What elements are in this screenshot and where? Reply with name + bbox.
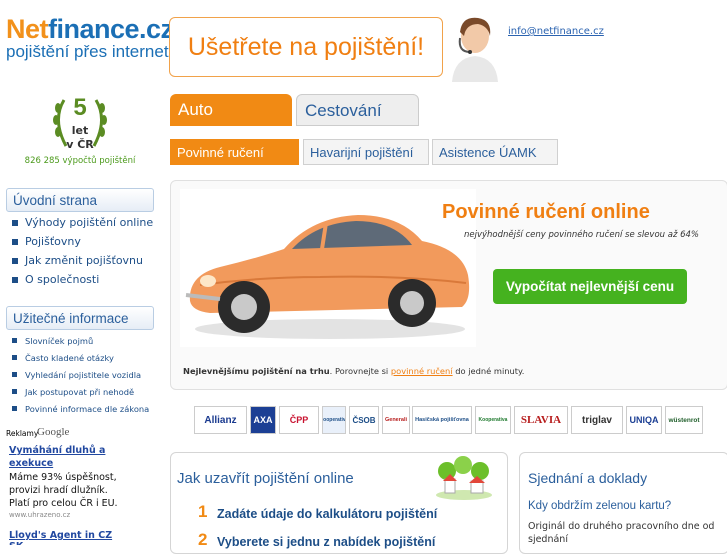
sidebar-item-legal-info[interactable]: Povinné informace dle zákona [12, 402, 149, 419]
ads-label: Reklamy [6, 429, 39, 438]
operator-icon [452, 17, 498, 82]
step-1-number: 1 [198, 502, 208, 521]
liability-link[interactable]: povinné ručení [391, 366, 453, 376]
step-1-text: Zadáte údaje do kalkulátoru pojištění [217, 507, 438, 521]
insurer-logo-kooperativa[interactable]: Kooperativa [475, 406, 511, 434]
green-houses-icon [436, 456, 492, 500]
sidebar-item-benefits[interactable]: Výhody pojištění online [12, 215, 153, 234]
badge-number: 5 [73, 94, 87, 121]
note-bold: Nejlevnějšímu pojištění na trhu [183, 366, 330, 376]
step-2-text: Vyberete si jednu z nabídek pojištění [217, 535, 436, 549]
sidebar-item-accident[interactable]: Jak postupovat při nehodě [12, 385, 149, 402]
insurer-logo-slavia[interactable]: SLAVIA [514, 406, 568, 434]
green-card-question[interactable]: Kdy obdržím zelenou kartu? [528, 500, 671, 512]
sidebar-section-home[interactable]: Úvodní strana [6, 188, 154, 212]
home-menu: Výhody pojištění online Pojišťovny Jak z… [12, 215, 153, 291]
sidebar-item-faq[interactable]: Často kladené otázky [12, 351, 149, 368]
car-image [180, 189, 476, 347]
subtab-assistance[interactable]: Asistence ÚAMK [432, 139, 558, 165]
insurer-logo-generali[interactable]: Generali [382, 406, 410, 434]
calculate-price-button[interactable]: Vypočítat nejlevnější cenu [493, 269, 687, 304]
logo-domain: finance.cz [48, 14, 174, 44]
sidebar-item-change-insurer[interactable]: Jak změnit pojišťovnu [12, 253, 153, 272]
sidebar-item-insurers[interactable]: Pojišťovny [12, 234, 153, 253]
insurer-logo-csob[interactable]: ČSOB [349, 406, 379, 434]
insurer-logo-uniqa[interactable]: UNIQA [626, 406, 662, 434]
sidebar-item-glossary[interactable]: Slovníček pojmů [12, 334, 149, 351]
insurer-logo-kooperativa-a[interactable]: Kooperativa [322, 406, 346, 434]
how-to-title: Jak uzavřít pojištění online [177, 470, 354, 487]
insurer-logo-triglav[interactable]: triglav [571, 406, 623, 434]
email-link[interactable]: info@netfinance.cz [508, 26, 604, 37]
subtab-casco[interactable]: Havarijní pojištění [303, 139, 429, 165]
insurer-logo-hasicska[interactable]: Hasičská pojišťovna [412, 406, 472, 434]
green-card-answer: Originál do druhého pracovního dne od sj… [528, 521, 715, 545]
step-2-number: 2 [198, 530, 208, 549]
hero-title: Povinné ručení online [442, 201, 650, 223]
tab-auto[interactable]: Auto [170, 94, 292, 126]
google-logo: Google [37, 427, 70, 438]
sidebar-item-about[interactable]: O společnosti [12, 272, 153, 291]
logo-net: Net [6, 14, 49, 44]
sidebar-item-vehicle-lookup[interactable]: Vyhledání pojistitele vozidla [12, 368, 149, 385]
calculation-count: 826 285 výpočtů pojištění [24, 156, 136, 166]
subtab-liability[interactable]: Povinné ručení [170, 139, 299, 165]
insurer-logo-allianz[interactable]: Allianz [194, 406, 247, 434]
ad1-title[interactable]: Vymáhání dluhů a exekuce [9, 444, 119, 470]
anniversary-badge: 5 let v ČR 826 285 výpočtů pojištění [6, 92, 154, 172]
badge-region: v ČR [66, 138, 94, 151]
site-logo[interactable]: Netfinance.cz [6, 14, 174, 44]
insurer-logo-axa[interactable]: AXA [250, 406, 276, 434]
insurer-logo-wustenrot[interactable]: wüstenrot [665, 406, 703, 434]
ad2-title[interactable]: Lloyd's Agent in CZ SK [9, 530, 122, 545]
note-end: do jedné minuty. [452, 366, 525, 376]
sidebar-section-info[interactable]: Užitečné informace [6, 306, 154, 330]
hero-note: Nejlevnějšímu pojištění na trhu. Porovne… [183, 366, 524, 376]
note-mid: . Porovnejte si [329, 366, 391, 376]
ad1-text: Máme 93% úspěšnost, provizi hradí dlužní… [9, 472, 118, 509]
ad-box: Reklamy Google Vymáhání dluhů a exekuce … [6, 427, 122, 545]
ad1-url[interactable]: www.uhrazeno.cz [9, 511, 70, 519]
documents-title: Sjednání a doklady [528, 470, 648, 486]
badge-unit: let [71, 124, 89, 137]
hero-subtitle: nejvýhodnější ceny povinného ručení se s… [464, 230, 699, 240]
tab-travel[interactable]: Cestování [296, 94, 419, 126]
info-menu: Slovníček pojmů Často kladené otázky Vyh… [12, 334, 149, 419]
insurer-logo-cpp[interactable]: ČPP [279, 406, 319, 434]
header-slogan: Ušetřete na pojištění! [169, 17, 443, 77]
logo-tagline: pojištění přes internet [6, 42, 169, 61]
